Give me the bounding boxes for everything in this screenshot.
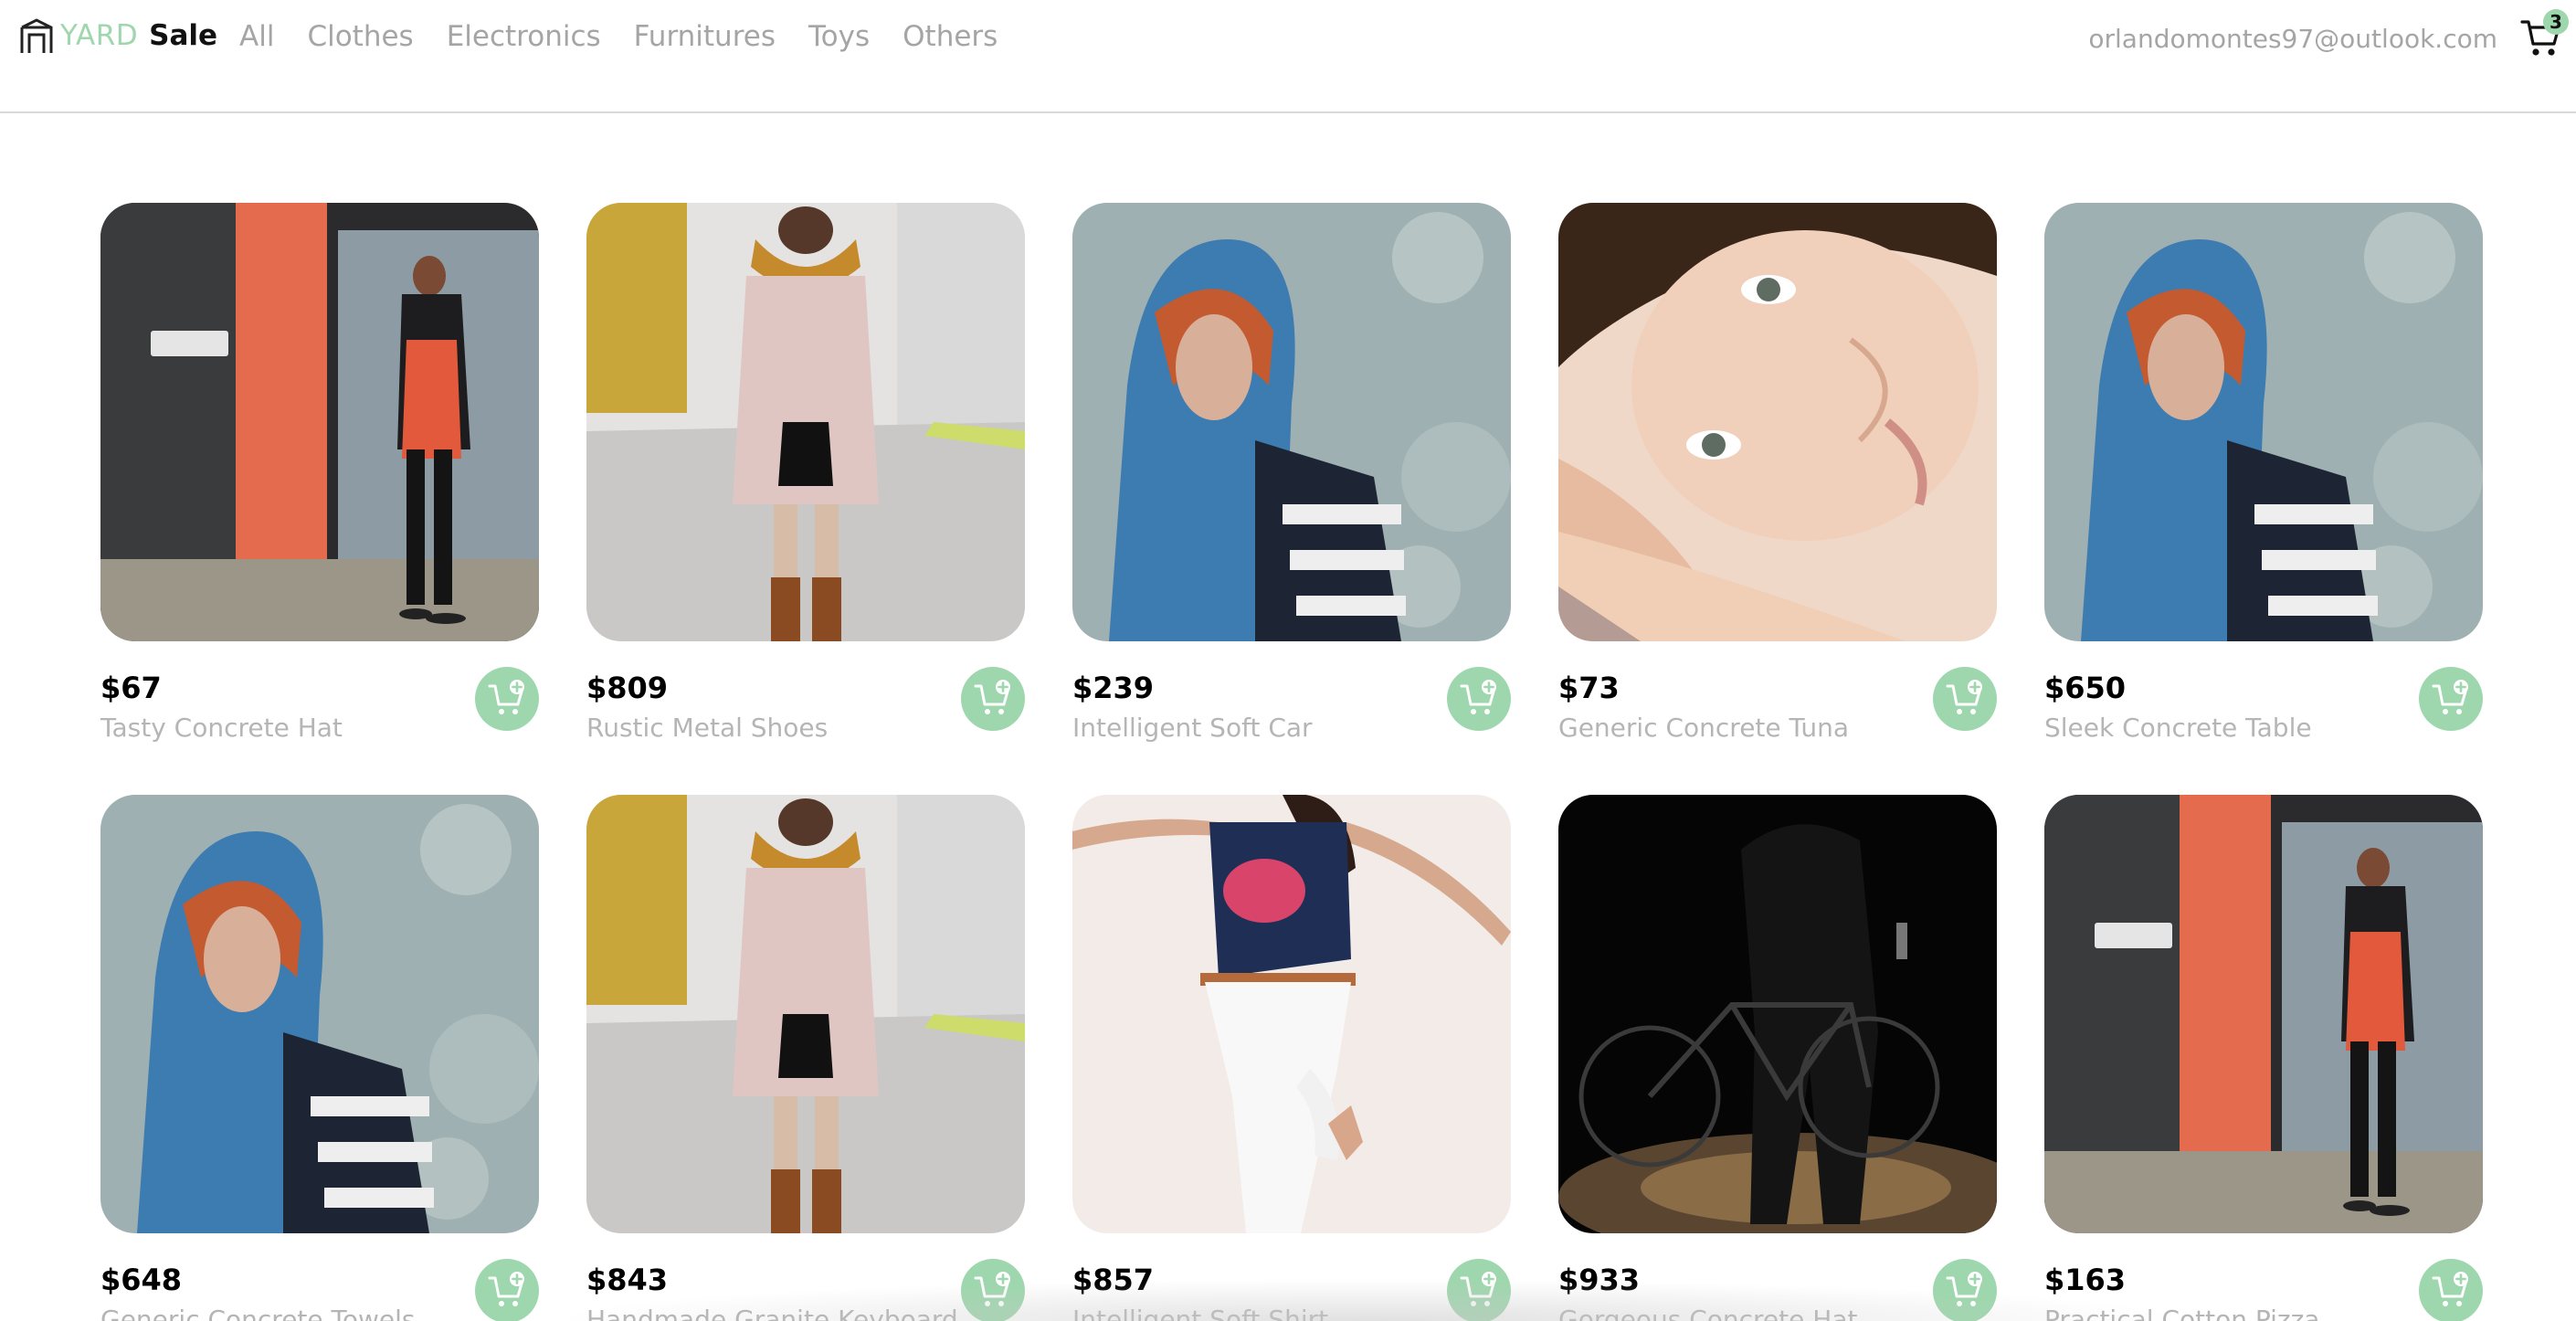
product-card[interactable]: $163 Practical Cotton Pizza [2044,795,2483,1321]
product-price: $933 [1558,1263,1641,1297]
add-to-cart-button[interactable] [1933,1259,1997,1321]
product-price: $67 [100,671,162,705]
product-card[interactable]: $239 Intelligent Soft Car [1072,203,1511,787]
add-to-cart-button[interactable] [1933,667,1997,731]
add-to-cart-icon [1946,680,1982,714]
product-image[interactable] [586,795,1025,1233]
product-image[interactable] [586,203,1025,641]
product-name: Intelligent Soft Shirt [1072,1305,1329,1321]
product-image[interactable] [1558,203,1997,641]
add-to-cart-button[interactable] [475,667,539,731]
product-name: Tasty Concrete Hat [100,713,343,743]
add-to-cart-button[interactable] [1447,1259,1511,1321]
add-to-cart-button[interactable] [1447,667,1511,731]
add-to-cart-icon [1946,1272,1982,1306]
product-image[interactable] [100,795,539,1233]
add-to-cart-button[interactable] [961,667,1025,731]
product-price: $73 [1558,671,1620,705]
add-to-cart-icon [1460,1272,1496,1306]
product-price: $163 [2044,1263,2127,1297]
add-to-cart-icon [488,1272,524,1306]
product-name: Generic Concrete Tuna [1558,713,1850,743]
product-card[interactable]: $933 Gorgeous Concrete Hat [1558,795,1997,1321]
add-to-cart-button[interactable] [2419,1259,2483,1321]
product-image[interactable] [100,203,539,641]
add-to-cart-button[interactable] [2419,667,2483,731]
add-to-cart-button[interactable] [475,1259,539,1321]
product-name: Sleek Concrete Table [2044,713,2312,743]
product-image[interactable] [1072,795,1511,1233]
product-price: $648 [100,1263,183,1297]
product-price: $857 [1072,1263,1155,1297]
product-name: Handmade Granite Keyboard [586,1305,958,1321]
add-to-cart-icon [974,680,1010,714]
add-to-cart-icon [974,1272,1010,1306]
product-name: Intelligent Soft Car [1072,713,1313,743]
product-price: $843 [586,1263,669,1297]
product-card[interactable]: $809 Rustic Metal Shoes [586,203,1025,787]
product-image[interactable] [2044,795,2483,1233]
product-image[interactable] [1558,795,1997,1233]
product-name: Gorgeous Concrete Hat [1558,1305,1858,1321]
product-card[interactable]: $843 Handmade Granite Keyboard [586,795,1025,1321]
product-price: $239 [1072,671,1155,705]
add-to-cart-button[interactable] [961,1259,1025,1321]
product-image[interactable] [2044,203,2483,641]
product-image[interactable] [1072,203,1511,641]
product-card[interactable]: $648 Generic Concrete Towels [100,795,539,1321]
add-to-cart-icon [1460,680,1496,714]
product-card[interactable]: $650 Sleek Concrete Table [2044,203,2483,787]
add-to-cart-icon [2432,680,2468,714]
product-grid: $67 Tasty Concrete Hat $809 Rustic Metal… [0,0,2576,1321]
add-to-cart-icon [2432,1272,2468,1306]
product-name: Rustic Metal Shoes [586,713,829,743]
product-card[interactable]: $67 Tasty Concrete Hat [100,203,539,787]
product-name: Generic Concrete Towels [100,1305,416,1321]
product-card[interactable]: $73 Generic Concrete Tuna [1558,203,1997,787]
product-name: Practical Cotton Pizza [2044,1305,2320,1321]
product-price: $650 [2044,671,2127,705]
add-to-cart-icon [488,680,524,714]
product-card[interactable]: $857 Intelligent Soft Shirt [1072,795,1511,1321]
product-price: $809 [586,671,669,705]
